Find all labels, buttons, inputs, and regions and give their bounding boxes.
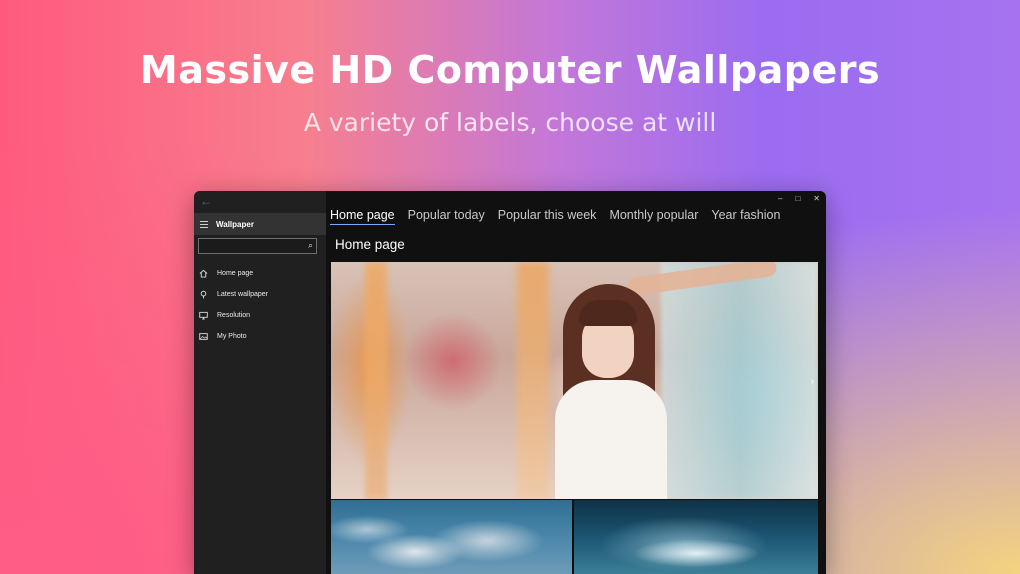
tab-home-page[interactable]: Home page xyxy=(330,208,395,225)
tab-popular-this-week[interactable]: Popular this week xyxy=(498,208,597,222)
sidebar-nav: Home page Latest wallpaper Resolution My… xyxy=(194,263,326,347)
app-title: Wallpaper xyxy=(216,219,254,229)
promo-subline: A variety of labels, choose at will xyxy=(303,108,717,137)
sidebar-item-label: My Photo xyxy=(217,333,247,340)
featured-wallpaper[interactable]: › xyxy=(331,262,818,499)
wallpaper-thumbnail[interactable] xyxy=(574,500,818,574)
tab-monthly-popular[interactable]: Monthly popular xyxy=(609,208,698,222)
home-icon xyxy=(199,269,208,278)
sidebar-item-latest-wallpaper[interactable]: Latest wallpaper xyxy=(194,284,326,305)
monitor-icon xyxy=(199,311,208,320)
tab-bar: Home page Popular today Popular this wee… xyxy=(330,208,793,225)
tab-popular-today[interactable]: Popular today xyxy=(408,208,485,222)
sidebar-item-home[interactable]: Home page xyxy=(194,263,326,284)
photo-icon xyxy=(199,332,208,341)
sidebar-item-label: Resolution xyxy=(217,312,251,319)
search-icon[interactable]: ⌕ xyxy=(308,240,313,251)
tab-year-fashion[interactable]: Year fashion xyxy=(711,208,780,222)
image-detail xyxy=(661,262,818,499)
sidebar-item-my-photo[interactable]: My Photo xyxy=(194,326,326,347)
wallpaper-thumbnail[interactable] xyxy=(331,500,572,574)
close-button[interactable]: ✕ xyxy=(813,194,820,203)
sidebar: ← Wallpaper ⌕ Home page Latest wallpaper xyxy=(194,191,326,574)
maximize-button[interactable]: □ xyxy=(795,194,800,203)
page-title: Home page xyxy=(335,237,405,252)
next-arrow-icon[interactable]: › xyxy=(811,376,814,387)
window-controls: – □ ✕ xyxy=(778,194,820,203)
sidebar-item-resolution[interactable]: Resolution xyxy=(194,305,326,326)
sidebar-item-label: Latest wallpaper xyxy=(217,291,268,298)
image-detail xyxy=(555,380,667,499)
image-detail xyxy=(365,262,387,499)
app-window: ← Wallpaper ⌕ Home page Latest wallpaper xyxy=(194,191,826,574)
promo-headline: Massive HD Computer Wallpapers xyxy=(139,48,881,92)
sidebar-header: Wallpaper xyxy=(194,213,326,235)
sidebar-item-label: Home page xyxy=(217,270,254,277)
minimize-button[interactable]: – xyxy=(778,194,782,203)
back-arrow-icon[interactable]: ← xyxy=(200,194,212,208)
search-input[interactable]: ⌕ xyxy=(198,238,317,254)
hamburger-menu-icon[interactable] xyxy=(200,219,208,230)
pin-icon xyxy=(199,290,208,299)
image-detail xyxy=(579,300,637,326)
image-detail xyxy=(517,262,549,499)
